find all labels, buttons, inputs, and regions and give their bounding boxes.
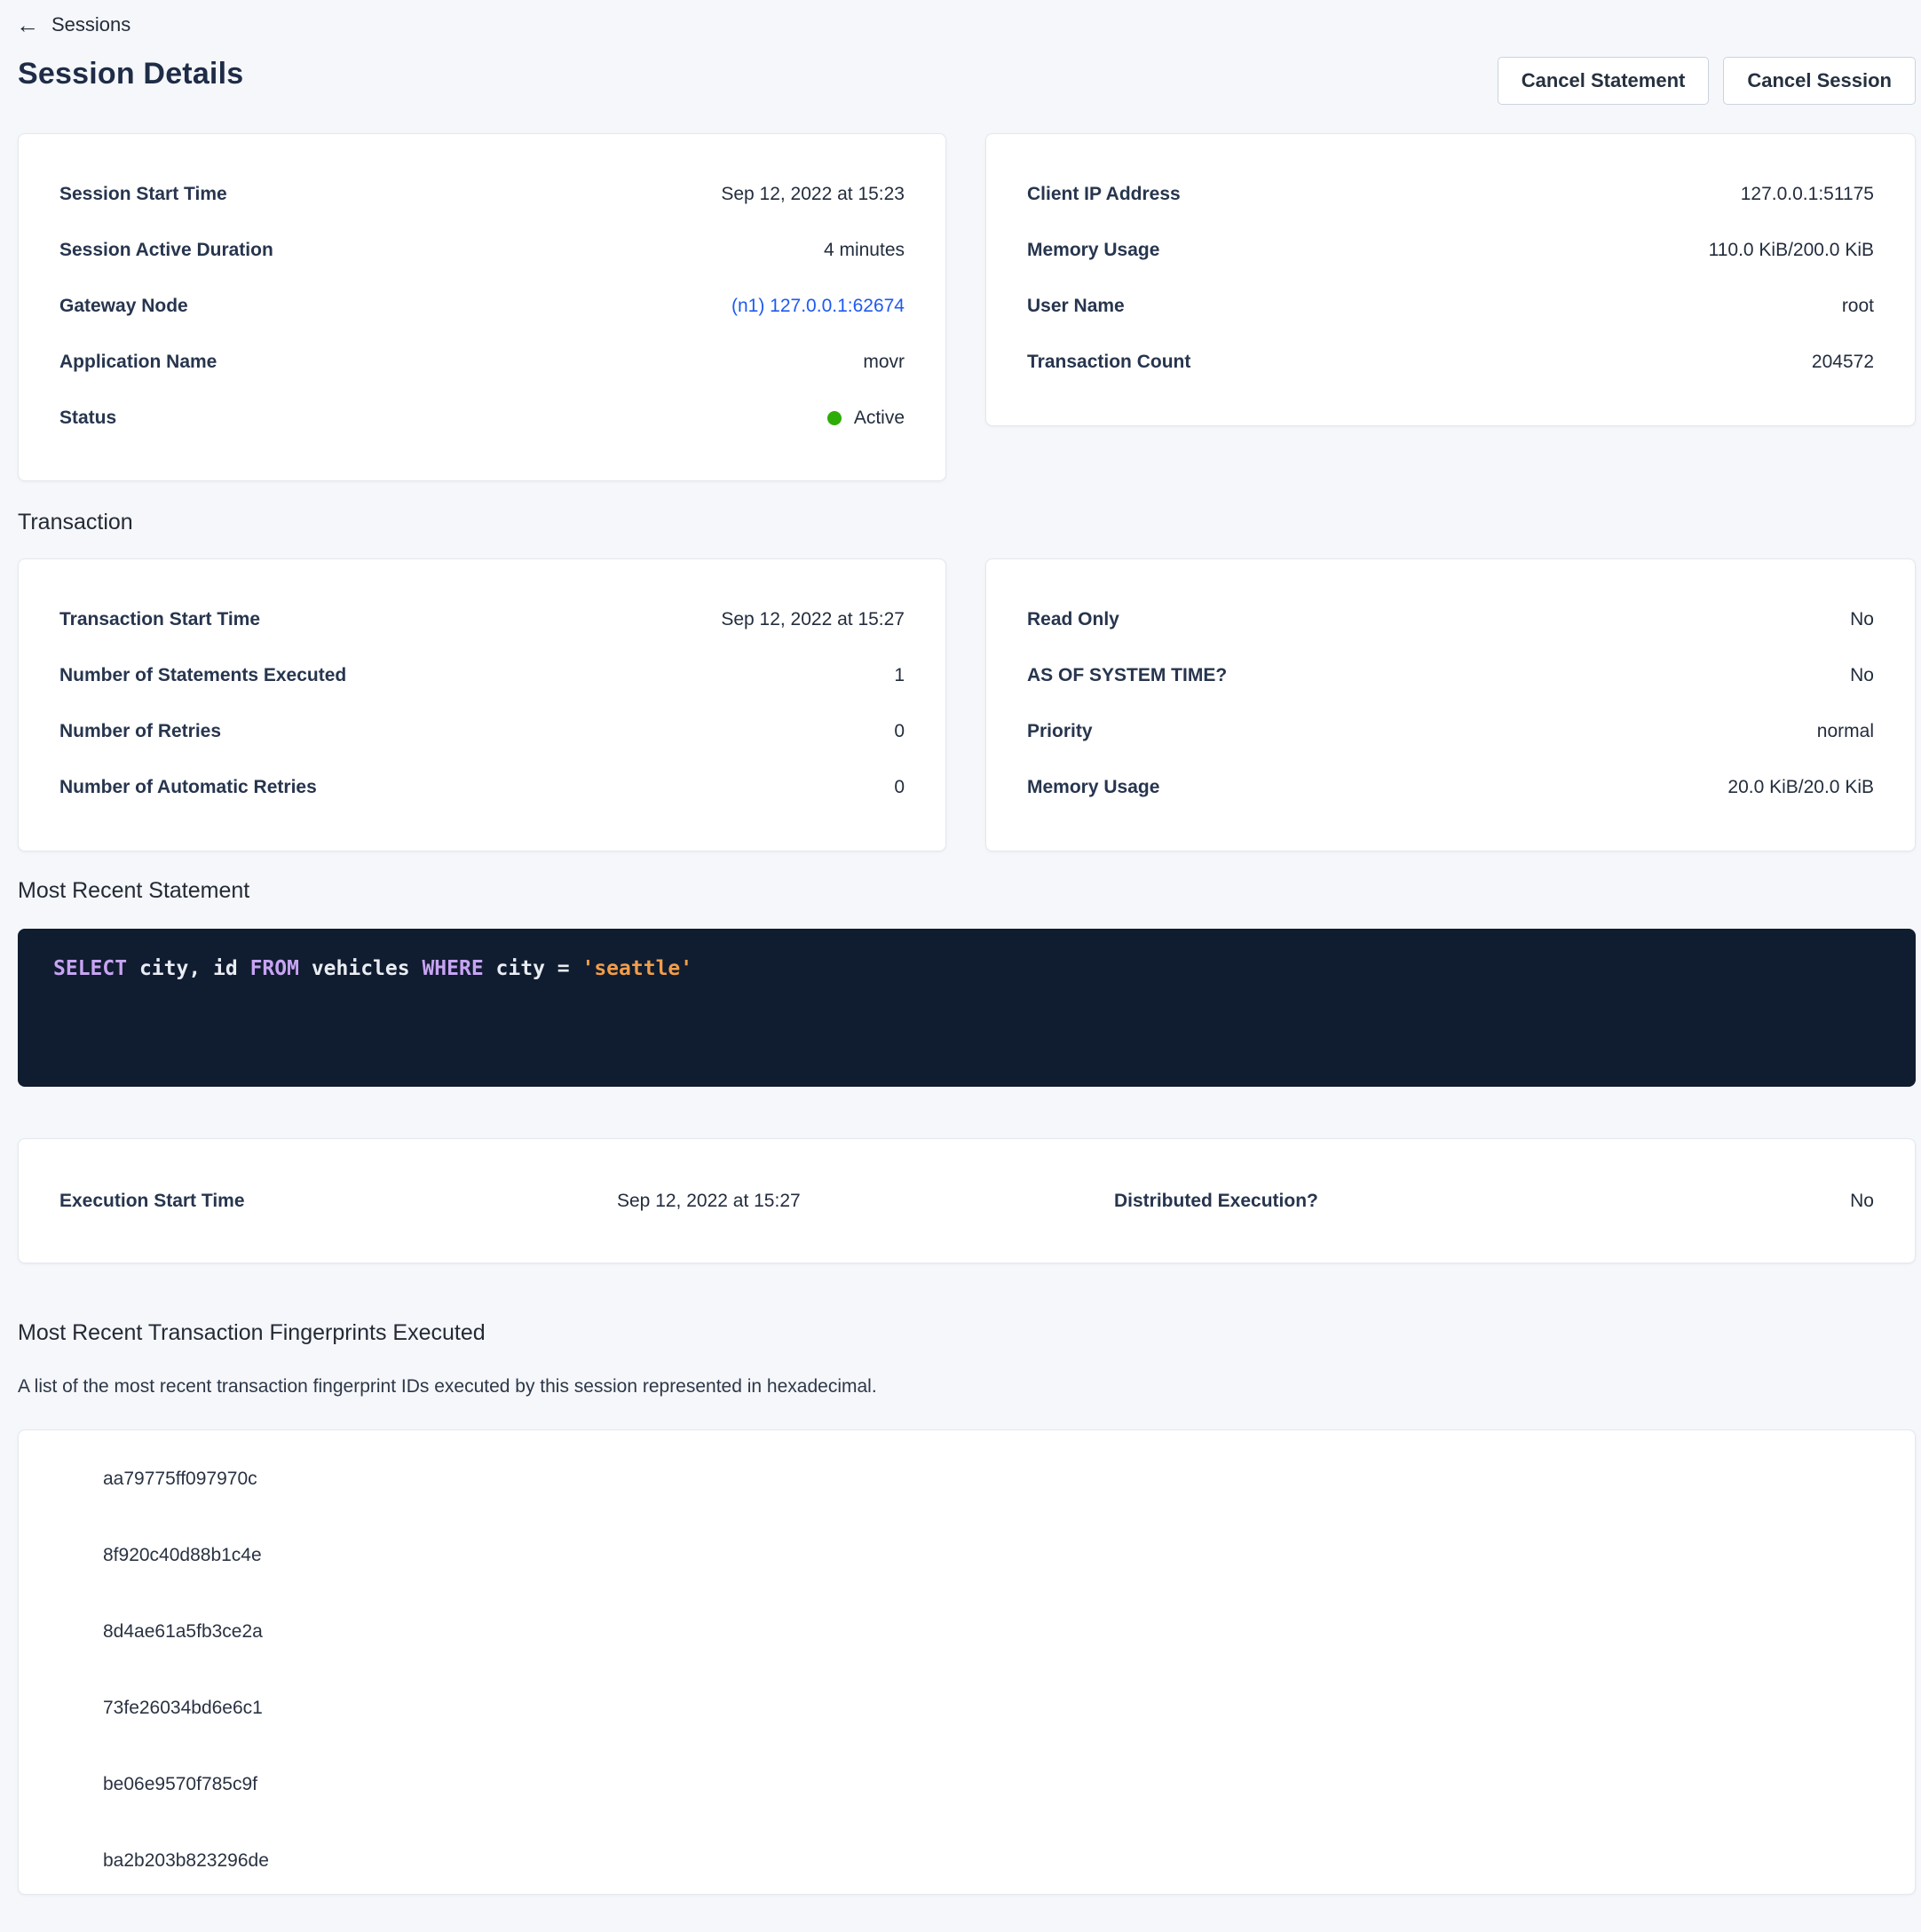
automatic-retries-value: 0 [894,777,905,798]
fingerprint-item: ba2b203b823296de [103,1823,1915,1899]
detail-row: Gateway Node (n1) 127.0.0.1:62674 [59,278,905,334]
detail-row: Number of Statements Executed 1 [59,647,905,703]
as-of-system-time-label: AS OF SYSTEM TIME? [1027,665,1227,686]
fingerprint-item: 8f920c40d88b1c4e [103,1517,1915,1594]
priority-value: normal [1817,721,1874,742]
client-ip-value: 127.0.0.1:51175 [1741,184,1874,205]
user-name-value: root [1842,296,1874,317]
session-active-duration-label: Session Active Duration [59,240,273,261]
page-title: Session Details [18,57,243,91]
fingerprints-section-title: Most Recent Transaction Fingerprints Exe… [18,1320,1916,1346]
detail-row: User Name root [1027,278,1874,334]
memory-usage-value: 110.0 KiB/200.0 KiB [1709,240,1874,261]
sql-text: city, id [127,957,249,980]
distributed-execution-value: No [1318,1191,1874,1212]
status-label: Status [59,408,116,429]
detail-row: Number of Automatic Retries 0 [59,759,905,815]
sql-keyword: SELECT [53,957,127,980]
fingerprint-item: be06e9570f785c9f [103,1746,1915,1823]
sql-keyword: WHERE [422,957,483,980]
session-start-time-label: Session Start Time [59,184,227,205]
detail-row: Read Only No [1027,591,1874,647]
back-arrow-icon: ← [16,13,39,36]
retries-label: Number of Retries [59,721,221,742]
detail-row: Priority normal [1027,703,1874,759]
transaction-start-time-label: Transaction Start Time [59,609,260,630]
transaction-start-time-value: Sep 12, 2022 at 15:27 [721,609,905,630]
transaction-props-card: Read Only No AS OF SYSTEM TIME? No Prior… [985,558,1916,851]
back-link-label: Sessions [51,13,130,36]
statement-section-title: Most Recent Statement [18,878,1916,904]
statements-executed-label: Number of Statements Executed [59,665,346,686]
cancel-statement-button[interactable]: Cancel Statement [1498,57,1710,105]
session-start-time-value: Sep 12, 2022 at 15:23 [721,184,905,205]
retries-value: 0 [894,721,905,742]
sql-string-literal: 'seattle' [581,957,692,980]
application-name-value: movr [863,352,905,373]
user-name-label: User Name [1027,296,1125,317]
detail-row: Session Start Time Sep 12, 2022 at 15:23 [59,166,905,222]
statements-executed-value: 1 [894,665,905,686]
execution-start-time-label: Execution Start Time [59,1191,617,1212]
sql-text: city = [484,957,582,980]
sql-statement-block: SELECT city, id FROM vehicles WHERE city… [18,929,1916,1087]
detail-row: Number of Retries 0 [59,703,905,759]
fingerprint-item: 8d4ae61a5fb3ce2a [103,1594,1915,1670]
detail-row: Memory Usage 110.0 KiB/200.0 KiB [1027,222,1874,278]
transaction-count-value: 204572 [1812,352,1874,373]
automatic-retries-label: Number of Automatic Retries [59,777,317,798]
sql-keyword: FROM [250,957,299,980]
detail-row: Client IP Address 127.0.0.1:51175 [1027,166,1874,222]
detail-row: Memory Usage 20.0 KiB/20.0 KiB [1027,759,1874,815]
session-details-page: ← Sessions Session Details Cancel Statem… [0,0,1921,1895]
detail-row: Transaction Start Time Sep 12, 2022 at 1… [59,591,905,647]
detail-row: Session Active Duration 4 minutes [59,222,905,278]
client-info-card: Client IP Address 127.0.0.1:51175 Memory… [985,133,1916,426]
memory-usage-label: Memory Usage [1027,240,1159,261]
session-info-card: Session Start Time Sep 12, 2022 at 15:23… [18,133,946,481]
read-only-value: No [1850,609,1874,630]
status-value: Active [854,408,905,429]
application-name-label: Application Name [59,352,217,373]
back-to-sessions-link[interactable]: ← Sessions [0,0,1921,39]
read-only-label: Read Only [1027,609,1119,630]
as-of-system-time-value: No [1850,665,1874,686]
status-active-dot-icon [827,411,842,425]
transaction-section-title: Transaction [18,510,1916,535]
detail-row: Status Active [59,390,905,446]
priority-label: Priority [1027,721,1093,742]
fingerprint-item: aa79775ff097970c [103,1441,1915,1517]
detail-row: AS OF SYSTEM TIME? No [1027,647,1874,703]
execution-start-time-value: Sep 12, 2022 at 15:27 [617,1191,1114,1212]
client-ip-label: Client IP Address [1027,184,1181,205]
distributed-execution-label: Distributed Execution? [1114,1191,1318,1212]
transaction-stats-card: Transaction Start Time Sep 12, 2022 at 1… [18,558,946,851]
sql-text: vehicles [299,957,422,980]
detail-row: Transaction Count 204572 [1027,334,1874,390]
execution-info-card: Execution Start Time Sep 12, 2022 at 15:… [18,1138,1916,1263]
gateway-node-link[interactable]: (n1) 127.0.0.1:62674 [731,296,905,317]
txn-memory-usage-label: Memory Usage [1027,777,1159,798]
fingerprints-description: A list of the most recent transaction fi… [18,1376,1916,1398]
session-active-duration-value: 4 minutes [824,240,905,261]
detail-row: Application Name movr [59,334,905,390]
sql-statement-code: SELECT city, id FROM vehicles WHERE city… [53,957,692,980]
fingerprint-item: 73fe26034bd6e6c1 [103,1670,1915,1746]
gateway-node-label: Gateway Node [59,296,188,317]
cancel-session-button[interactable]: Cancel Session [1723,57,1916,105]
fingerprints-card: aa79775ff097970c 8f920c40d88b1c4e 8d4ae6… [18,1429,1916,1895]
transaction-count-label: Transaction Count [1027,352,1190,373]
status-badge: Active [827,408,905,429]
txn-memory-usage-value: 20.0 KiB/20.0 KiB [1727,777,1874,798]
